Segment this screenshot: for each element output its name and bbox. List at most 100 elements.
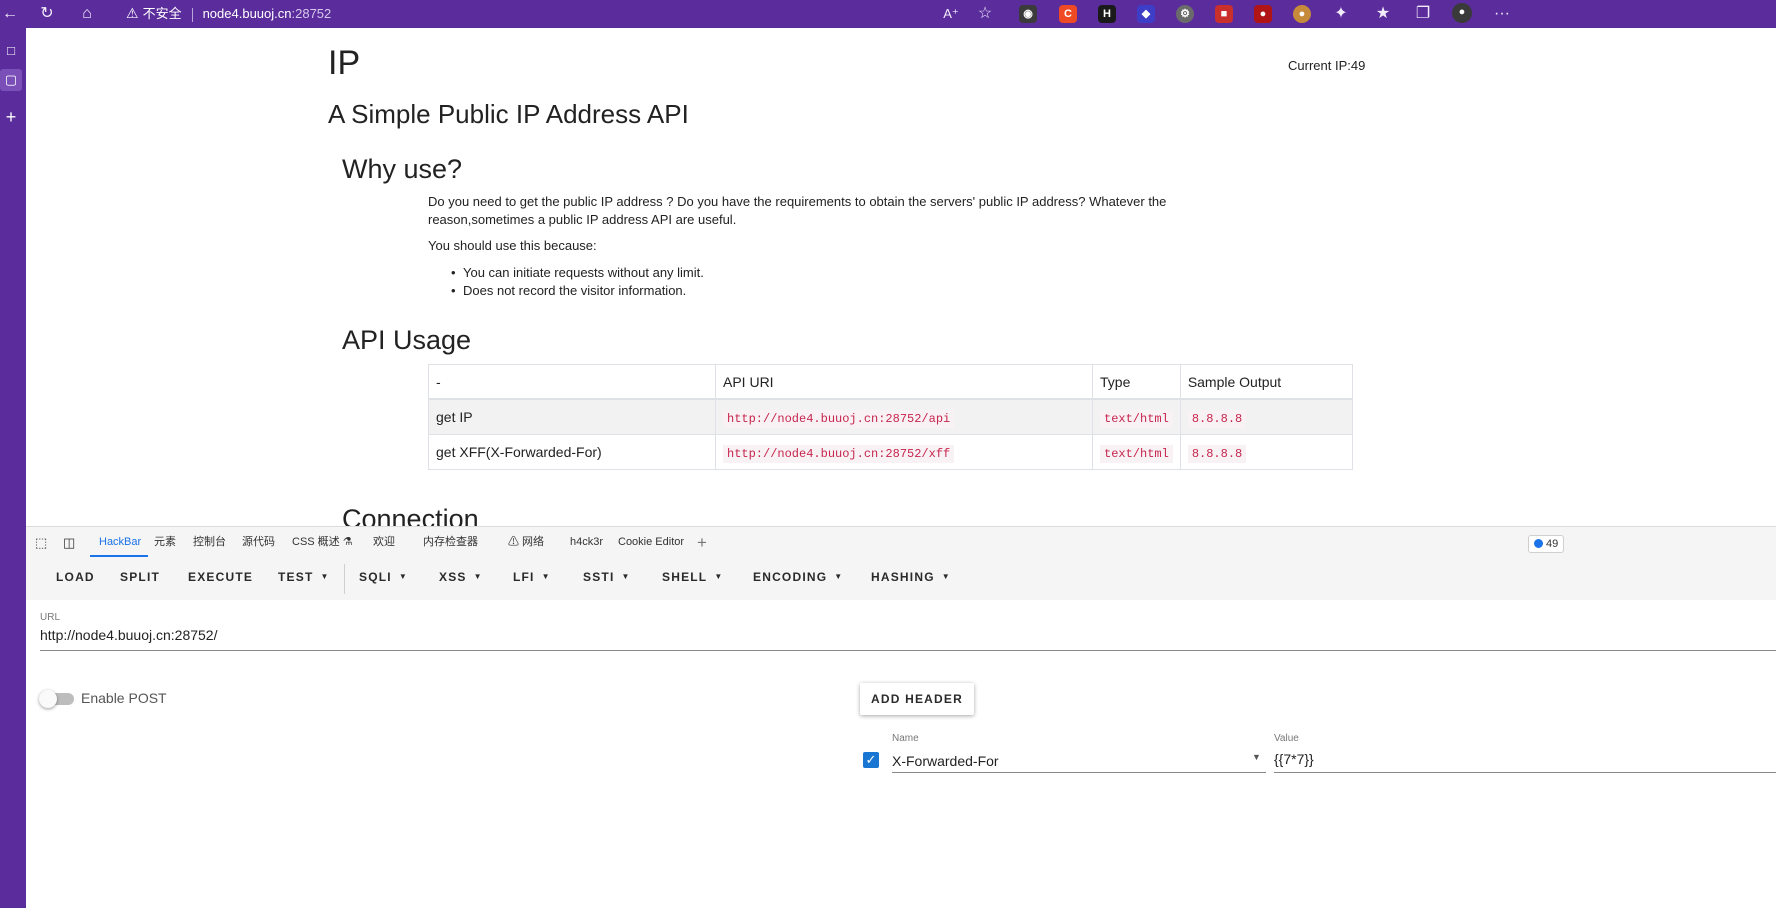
extension-h-icon[interactable]: H <box>1098 5 1116 23</box>
execute-label: EXECUTE <box>188 570 254 584</box>
xss-menu-button[interactable]: XSS ▼ <box>439 570 483 584</box>
collections-icon[interactable]: ❐ <box>1412 0 1434 28</box>
caret-down-icon: ▼ <box>320 572 330 581</box>
address-bar[interactable]: ⚠ 不安全 node4.buuoj.cn:28752 <box>126 2 331 24</box>
tab-memory-inspector[interactable]: 内存检查器 <box>423 527 478 558</box>
issues-badge[interactable]: 49 <box>1528 535 1565 553</box>
address-host: node4.buuoj.cn <box>202 6 292 21</box>
tab-console[interactable]: 控制台 <box>193 527 226 558</box>
header-enabled-checkbox[interactable]: ✓ <box>863 752 879 768</box>
why-heading: Why use? <box>342 154 463 184</box>
url-underline <box>40 650 1776 651</box>
url-input[interactable]: http://node4.buuoj.cn:28752/ <box>40 627 217 643</box>
ssti-menu-button[interactable]: SSTI ▼ <box>583 570 631 584</box>
caret-down-icon[interactable]: ▼ <box>1252 752 1261 762</box>
extension-hackbar-icon[interactable]: ■ <box>1215 5 1233 23</box>
active-tab-indicator <box>90 555 148 557</box>
shell-label: SHELL <box>662 570 708 584</box>
url-label: URL <box>40 612 61 623</box>
header-value-label: Value <box>1274 733 1299 744</box>
profile-avatar[interactable]: ● <box>1452 3 1472 23</box>
warning-icon: ⚠ <box>126 5 139 21</box>
extensions-puzzle-icon[interactable]: ✦ <box>1330 0 1352 28</box>
header-value-underline <box>1274 772 1776 773</box>
message-icon <box>1534 539 1543 548</box>
tab-elements[interactable]: 元素 <box>154 527 176 558</box>
extension-glasses-icon[interactable]: ◉ <box>1019 5 1037 23</box>
device-toolbar-icon[interactable]: ◫ <box>63 527 75 558</box>
hackbar-toolbar: LOAD SPLIT EXECUTE TEST ▼ SQLI ▼ XSS ▼ LFI ▼… <box>26 558 1776 600</box>
enable-post-label: Enable POST <box>81 690 167 706</box>
extension-c-icon[interactable]: C <box>1059 5 1077 23</box>
tab-cookie-editor[interactable]: Cookie Editor <box>618 527 684 558</box>
ssti-label: SSTI <box>583 570 615 584</box>
add-favorite-icon[interactable]: ☆ <box>974 0 996 28</box>
active-tab-icon[interactable]: ▢ <box>0 69 22 91</box>
tab-network[interactable]: ⚠ 网络 <box>508 527 544 558</box>
execute-button[interactable]: EXECUTE <box>188 570 253 584</box>
header-name-label: Name <box>892 733 919 744</box>
back-icon[interactable]: ← <box>0 0 20 28</box>
split-button[interactable]: SPLIT <box>120 570 160 584</box>
read-aloud-icon[interactable]: A⁺ <box>940 0 962 28</box>
address-separator <box>191 7 193 22</box>
issues-count: 49 <box>1546 538 1559 550</box>
more-menu-icon[interactable]: ··· <box>1490 0 1514 28</box>
tab-h4ck3r[interactable]: h4ck3r <box>570 527 603 558</box>
type-code: text/html <box>1100 409 1173 428</box>
encoding-label: ENCODING <box>753 570 828 584</box>
header-name-input[interactable]: X-Forwarded-For <box>892 753 999 769</box>
security-label[interactable]: 不安全 <box>143 6 182 21</box>
load-button[interactable]: LOAD <box>56 570 95 584</box>
hashing-label: HASHING <box>871 570 935 584</box>
api-uri-code: http://node4.buuoj.cn:28752/api <box>723 409 955 428</box>
extension-cookie-icon[interactable]: ● <box>1293 5 1311 23</box>
caret-down-icon: ▼ <box>714 572 724 581</box>
inspect-element-icon[interactable]: ⬚ <box>35 527 47 558</box>
connection-heading: Connection <box>342 504 479 526</box>
caret-down-icon: ▼ <box>834 572 844 581</box>
caret-down-icon: ▼ <box>941 572 951 581</box>
test-menu-button[interactable]: TEST ▼ <box>278 570 330 584</box>
tab-css-overview[interactable]: CSS 概述 ⚗ <box>292 527 353 558</box>
header-value-input[interactable]: {{7*7}} <box>1274 751 1314 767</box>
home-icon[interactable]: ⌂ <box>76 0 98 28</box>
type-code: text/html <box>1100 444 1173 463</box>
table-cell: text/html <box>1092 398 1181 435</box>
table-header: - <box>428 364 716 400</box>
shell-menu-button[interactable]: SHELL ▼ <box>662 570 723 584</box>
table-header: Type <box>1092 364 1181 400</box>
why-text: Do you need to get the public IP address… <box>428 194 1167 227</box>
tab-actions-icon[interactable]: □ <box>0 40 22 62</box>
sqli-menu-button[interactable]: SQLI ▼ <box>359 570 408 584</box>
extension-cube-icon[interactable]: ◆ <box>1137 5 1155 23</box>
split-label: SPLIT <box>120 570 161 584</box>
table-cell: get XFF(X-Forwarded-For) <box>428 434 716 470</box>
table-header: Sample Output <box>1179 364 1353 400</box>
new-tab-icon[interactable]: + <box>0 106 22 128</box>
enable-post-toggle[interactable] <box>39 690 74 708</box>
list-item: Does not record the visitor information. <box>451 283 686 298</box>
caret-down-icon: ▼ <box>473 572 483 581</box>
xss-label: XSS <box>439 570 467 584</box>
caret-down-icon: ▼ <box>398 572 408 581</box>
reload-icon[interactable]: ↻ <box>36 0 58 28</box>
devtools-tab-strip: ⬚ ◫ HackBar 元素 控制台 源代码 CSS 概述 ⚗ 欢迎 内存检查器… <box>26 526 1776 558</box>
tab-hackbar[interactable]: HackBar <box>99 527 141 558</box>
tab-welcome[interactable]: 欢迎 <box>373 527 395 558</box>
favorites-icon[interactable]: ★ <box>1372 0 1394 28</box>
page-subtitle: A Simple Public IP Address API <box>328 99 689 129</box>
hashing-menu-button[interactable]: HASHING ▼ <box>871 570 951 584</box>
table-header: API URI <box>715 364 1093 400</box>
encoding-menu-button[interactable]: ENCODING ▼ <box>753 570 843 584</box>
lfi-menu-button[interactable]: LFI ▼ <box>513 570 551 584</box>
add-tab-icon[interactable]: + <box>697 527 707 558</box>
list-item: You can initiate requests without any li… <box>451 265 704 280</box>
api-heading: API Usage <box>342 325 472 355</box>
add-header-button[interactable]: ADD HEADER <box>860 683 974 715</box>
tab-sources[interactable]: 源代码 <box>242 527 275 558</box>
extension-among-icon[interactable]: ● <box>1254 5 1272 23</box>
api-uri-code: http://node4.buuoj.cn:28752/xff <box>723 444 955 463</box>
extension-gear-icon[interactable]: ⚙ <box>1176 5 1194 23</box>
header-name-underline <box>892 772 1266 773</box>
